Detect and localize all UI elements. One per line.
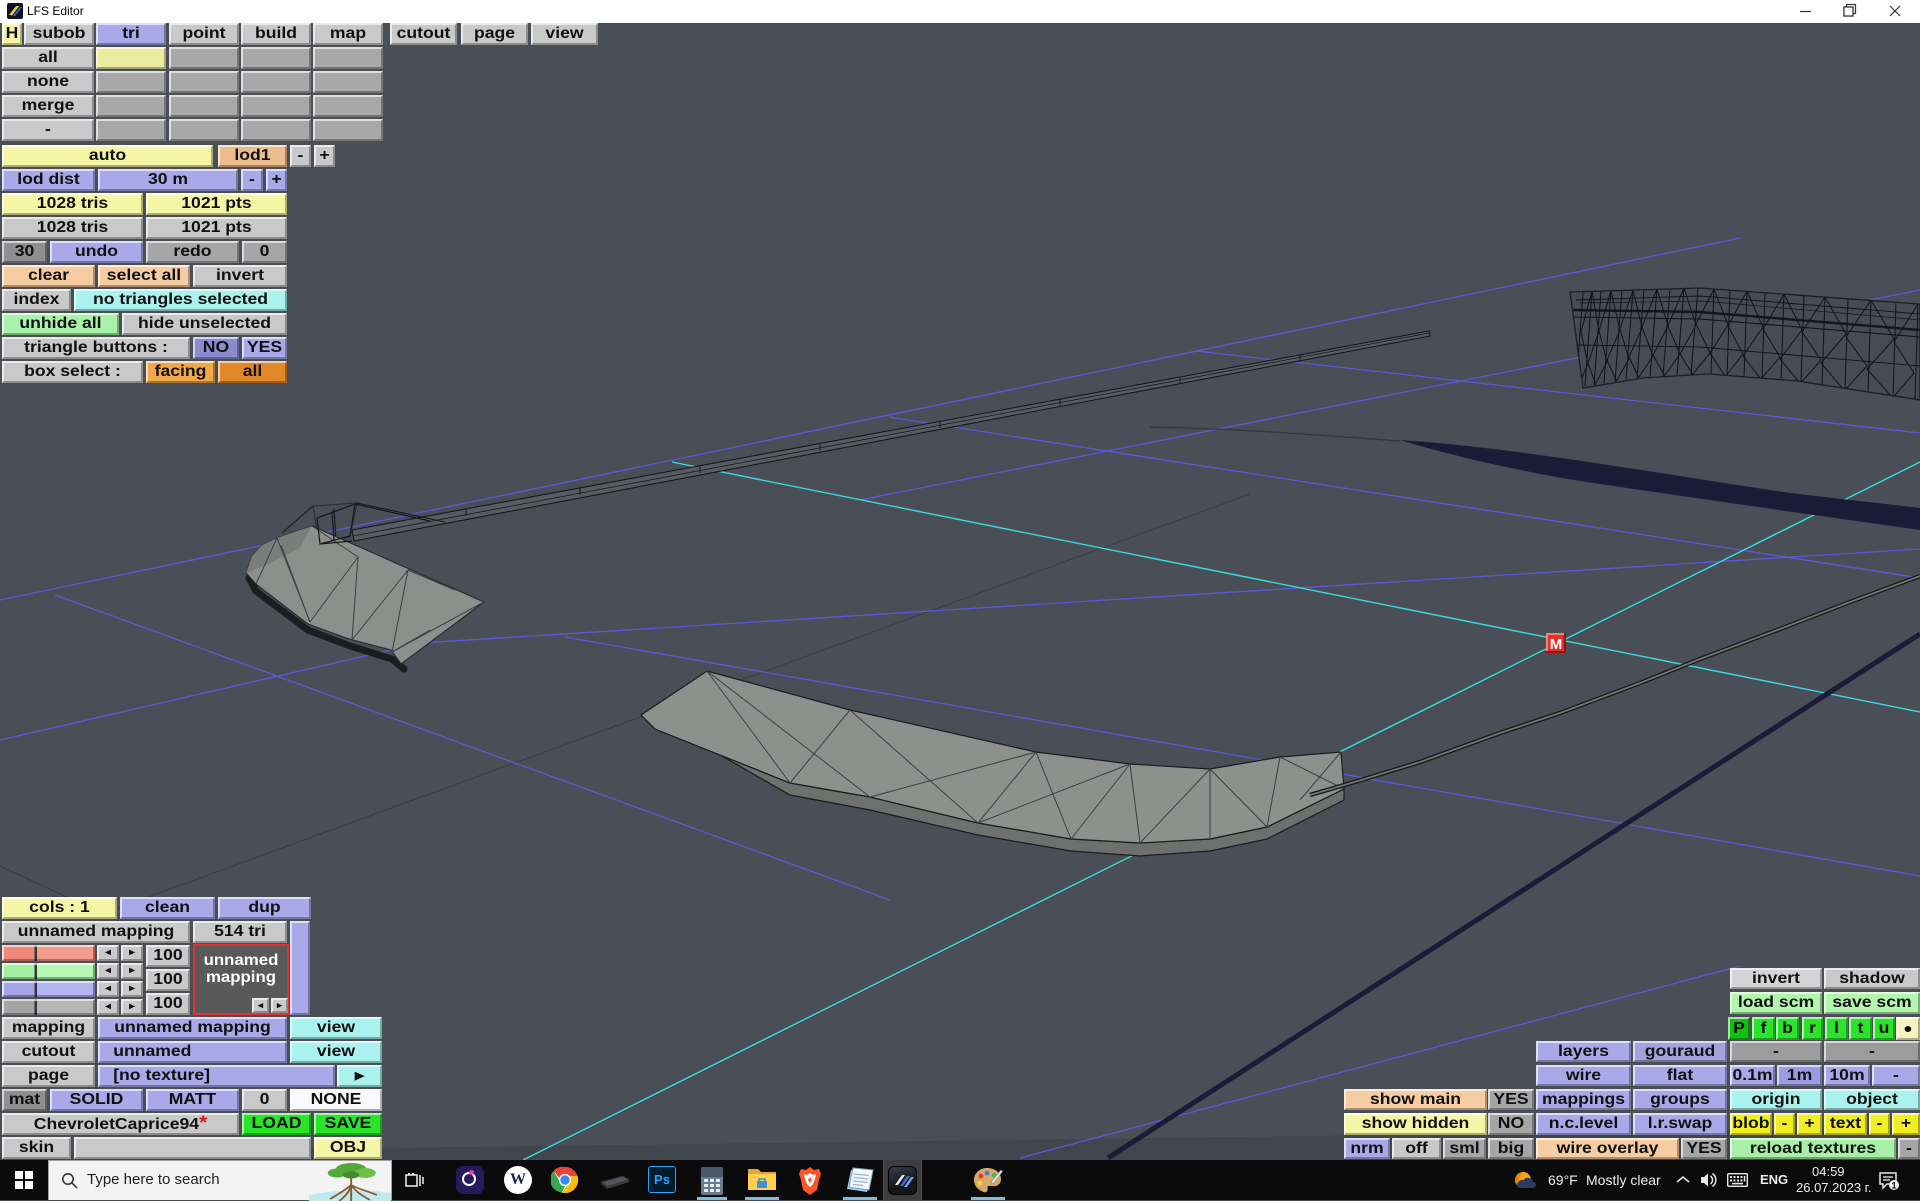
svg-text:1: 1 <box>1891 1181 1896 1191</box>
svg-text:M: M <box>1550 636 1563 653</box>
